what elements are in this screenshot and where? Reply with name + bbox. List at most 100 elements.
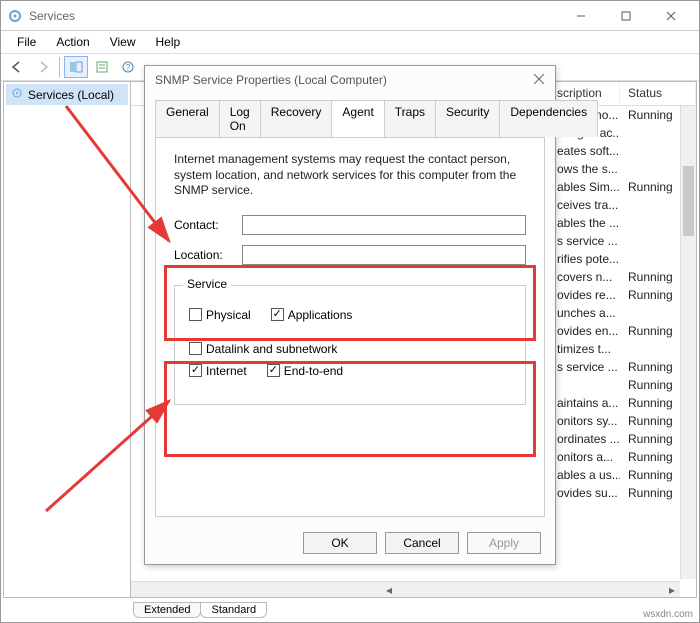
table-row[interactable]: covers n...Running xyxy=(549,268,696,286)
table-row[interactable]: s service ...Running xyxy=(549,358,696,376)
service-description: ables Sim... xyxy=(549,180,620,194)
menu-file[interactable]: File xyxy=(7,33,46,51)
service-description: s service ... xyxy=(549,234,620,248)
table-row[interactable]: ovides su...Running xyxy=(549,484,696,502)
service-description: rifies pote... xyxy=(549,252,620,266)
dialog-buttons: OK Cancel Apply xyxy=(303,532,541,554)
physical-checkbox[interactable]: Physical xyxy=(189,308,251,322)
service-description: s service ... xyxy=(549,360,620,374)
table-row[interactable]: ordinates ...Running xyxy=(549,430,696,448)
services-local-label: Services (Local) xyxy=(28,88,114,102)
gear-icon xyxy=(10,86,24,103)
table-row[interactable]: timizes t... xyxy=(549,340,696,358)
service-description: ovides su... xyxy=(549,486,620,500)
scroll-thumb[interactable] xyxy=(683,166,694,236)
service-description xyxy=(549,378,620,392)
table-row[interactable]: ovides re...Running xyxy=(549,286,696,304)
tab-recovery[interactable]: Recovery xyxy=(260,100,333,137)
agent-tab-body: Internet management systems may request … xyxy=(155,137,545,517)
scroll-left-icon[interactable]: ◂ xyxy=(381,583,397,597)
service-description: covers n... xyxy=(549,270,620,284)
service-description: ovides re... xyxy=(549,288,620,302)
endtoend-checkbox[interactable]: End-to-end xyxy=(267,364,343,378)
tab-extended[interactable]: Extended xyxy=(133,602,201,618)
table-row[interactable]: s service ... xyxy=(549,232,696,250)
titlebar: Services xyxy=(1,1,699,31)
table-row[interactable]: Running xyxy=(549,376,696,394)
export-list-button[interactable] xyxy=(90,56,114,78)
datalink-checkbox[interactable]: Datalink and subnetwork xyxy=(189,342,337,356)
services-window: Services File Action View Help ? Service… xyxy=(0,0,700,623)
dialog-tabs: GeneralLog OnRecoveryAgentTrapsSecurityD… xyxy=(145,94,555,137)
tab-dependencies[interactable]: Dependencies xyxy=(499,100,598,137)
table-row[interactable]: onitors a...Running xyxy=(549,448,696,466)
internet-checkbox[interactable]: Internet xyxy=(189,364,247,378)
tab-log-on[interactable]: Log On xyxy=(219,100,261,137)
column-header-status[interactable]: Status xyxy=(620,82,696,105)
service-description: ows the s... xyxy=(549,162,620,176)
tab-general[interactable]: General xyxy=(155,100,220,137)
back-button[interactable] xyxy=(5,56,29,78)
menu-help[interactable]: Help xyxy=(146,33,191,51)
help-button[interactable]: ? xyxy=(116,56,140,78)
scroll-right-icon[interactable]: ▸ xyxy=(664,583,680,597)
tab-traps[interactable]: Traps xyxy=(384,100,436,137)
table-row[interactable]: rifies pote... xyxy=(549,250,696,268)
dialog-title: SNMP Service Properties (Local Computer) xyxy=(155,73,387,87)
apply-button[interactable]: Apply xyxy=(467,532,541,554)
tab-standard[interactable]: Standard xyxy=(200,602,267,618)
close-button[interactable] xyxy=(648,1,693,31)
location-input[interactable] xyxy=(242,245,526,265)
table-row[interactable]: ovides en...Running xyxy=(549,322,696,340)
horizontal-scrollbar[interactable]: ◂ ▸ xyxy=(131,581,680,597)
window-title: Services xyxy=(29,9,75,23)
service-description: aintains a... xyxy=(549,396,620,410)
table-row[interactable]: unches a... xyxy=(549,304,696,322)
table-row[interactable]: ows the s... xyxy=(549,160,696,178)
dialog-titlebar: SNMP Service Properties (Local Computer) xyxy=(145,66,555,94)
location-label: Location: xyxy=(174,248,242,262)
table-row[interactable]: ables Sim...Running xyxy=(549,178,696,196)
minimize-button[interactable] xyxy=(558,1,603,31)
tab-security[interactable]: Security xyxy=(435,100,500,137)
dialog-close-button[interactable] xyxy=(533,73,545,88)
show-hide-tree-button[interactable] xyxy=(64,56,88,78)
contact-input[interactable] xyxy=(242,215,526,235)
service-description: timizes t... xyxy=(549,342,620,356)
service-description: eates soft... xyxy=(549,144,620,158)
table-row[interactable]: eates soft... xyxy=(549,142,696,160)
service-description: ordinates ... xyxy=(549,432,620,446)
menubar: File Action View Help xyxy=(1,31,699,53)
maximize-button[interactable] xyxy=(603,1,648,31)
service-description: onitors sy... xyxy=(549,414,620,428)
agent-description: Internet management systems may request … xyxy=(174,152,526,199)
svg-text:?: ? xyxy=(126,63,131,72)
console-tree: Services (Local) xyxy=(3,81,131,598)
services-local-node[interactable]: Services (Local) xyxy=(6,84,128,105)
ok-button[interactable]: OK xyxy=(303,532,377,554)
forward-button[interactable] xyxy=(31,56,55,78)
service-description: onitors a... xyxy=(549,450,620,464)
service-description: ables the ... xyxy=(549,216,620,230)
table-row[interactable]: aintains a...Running xyxy=(549,394,696,412)
services-icon xyxy=(7,8,23,24)
watermark: wsxdn.com xyxy=(643,609,693,620)
menu-view[interactable]: View xyxy=(100,33,146,51)
menu-action[interactable]: Action xyxy=(46,33,99,51)
applications-checkbox[interactable]: Applications xyxy=(271,308,353,322)
table-row[interactable]: ables a us...Running xyxy=(549,466,696,484)
table-row[interactable]: ables the ... xyxy=(549,214,696,232)
service-description: ceives tra... xyxy=(549,198,620,212)
table-row[interactable]: ceives tra... xyxy=(549,196,696,214)
service-description: ables a us... xyxy=(549,468,620,482)
tab-agent[interactable]: Agent xyxy=(331,100,384,137)
service-legend: Service xyxy=(183,277,231,291)
service-group: Service Physical Applications Datalink a… xyxy=(174,285,526,405)
bottom-tabs: Extended Standard xyxy=(133,602,266,618)
service-description: ovides en... xyxy=(549,324,620,338)
cancel-button[interactable]: Cancel xyxy=(385,532,459,554)
vertical-scrollbar[interactable] xyxy=(680,106,696,579)
service-description: unches a... xyxy=(549,306,620,320)
contact-label: Contact: xyxy=(174,218,242,232)
table-row[interactable]: onitors sy...Running xyxy=(549,412,696,430)
